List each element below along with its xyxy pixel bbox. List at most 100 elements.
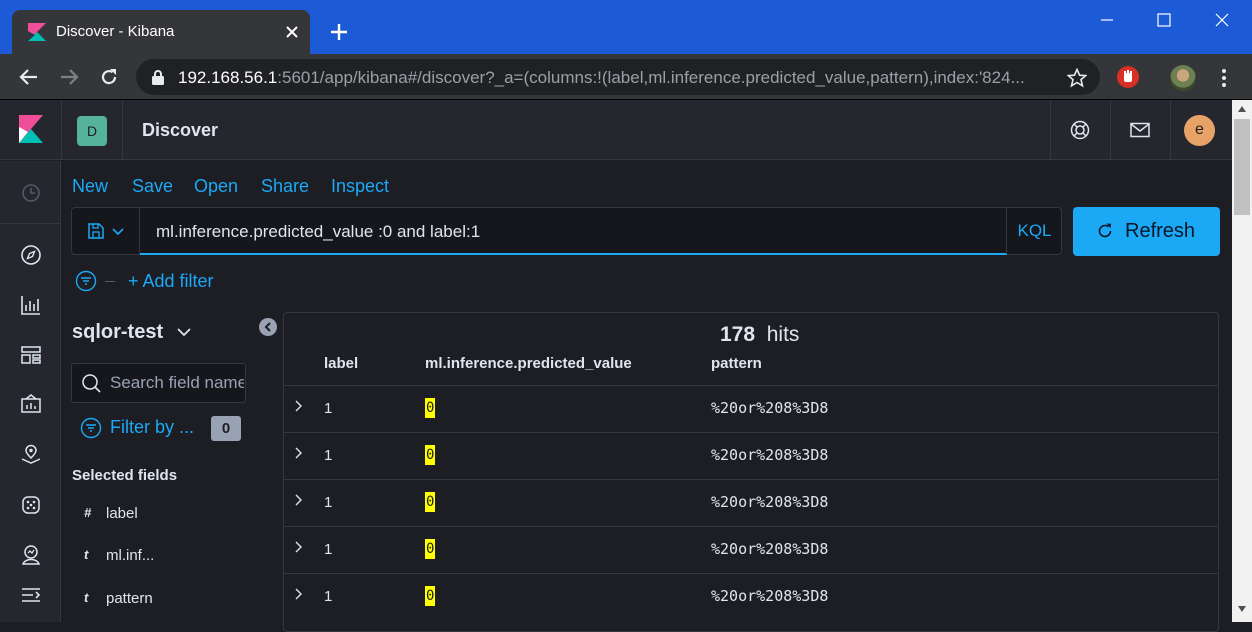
address-bar[interactable]: 192.168.56.1:5601/app/kibana#/discover?_… xyxy=(136,59,1100,95)
selected-fields-heading: Selected fields xyxy=(72,467,178,484)
new-tab-icon[interactable] xyxy=(326,19,352,45)
newsfeed-mail-icon[interactable] xyxy=(1129,119,1151,141)
table-row[interactable]: 1 0 %20or%208%3D8 xyxy=(284,526,1218,573)
cell-predicted-highlight: 0 xyxy=(425,445,436,465)
help-lifebuoy-icon[interactable] xyxy=(1069,119,1091,141)
refresh-button[interactable]: Refresh xyxy=(1073,207,1220,256)
query-input[interactable]: ml.inference.predicted_value :0 and labe… xyxy=(156,222,480,242)
cell-predicted-highlight: 0 xyxy=(425,539,436,559)
left-navigation xyxy=(0,161,61,622)
kibana-logo-icon[interactable] xyxy=(18,114,44,144)
collapse-nav-icon[interactable] xyxy=(18,582,43,607)
field-search-input[interactable] xyxy=(110,372,244,394)
url-text: 192.168.56.1:5601/app/kibana#/discover?_… xyxy=(178,68,1025,88)
scroll-down-arrow-icon[interactable] xyxy=(1237,604,1247,614)
browser-tab[interactable]: Discover - Kibana xyxy=(12,10,310,54)
profile-avatar[interactable] xyxy=(1170,65,1196,91)
cell-predicted-highlight: 0 xyxy=(425,398,436,418)
tab-close-icon[interactable] xyxy=(282,22,302,42)
saved-query-menu[interactable] xyxy=(72,208,140,254)
menu-open-link[interactable]: Open xyxy=(194,176,238,197)
chevron-right-icon[interactable] xyxy=(292,398,306,414)
cell-label: 1 xyxy=(324,400,333,417)
cell-pattern: %20or%208%3D8 xyxy=(711,540,829,558)
field-name: ml.inf... xyxy=(106,547,155,564)
filter-menu-icon[interactable] xyxy=(75,270,97,292)
string-type-icon: t xyxy=(84,590,89,605)
chevron-down-icon[interactable] xyxy=(174,322,194,342)
metrics-infra-icon[interactable] xyxy=(18,542,43,567)
extension-stop-hand-icon[interactable] xyxy=(1117,66,1139,88)
header-divider xyxy=(61,100,62,160)
table-row[interactable]: 1 0 %20or%208%3D8 xyxy=(284,479,1218,526)
menu-share-link[interactable]: Share xyxy=(261,176,309,197)
filter-count-badge: 0 xyxy=(211,416,241,441)
cell-pattern: %20or%208%3D8 xyxy=(711,399,829,417)
page-title: Discover xyxy=(142,120,219,140)
filter-divider xyxy=(105,281,115,282)
back-arrow-icon[interactable] xyxy=(16,64,42,90)
hits-count: 178 hits xyxy=(720,323,799,347)
header-divider xyxy=(122,100,123,160)
column-header-pattern[interactable]: pattern xyxy=(711,355,762,372)
table-row[interactable]: 1 0 %20or%208%3D8 xyxy=(284,385,1218,432)
dashboard-icon[interactable] xyxy=(18,342,43,367)
cell-pattern: %20or%208%3D8 xyxy=(711,493,829,511)
maps-pin-icon[interactable] xyxy=(18,442,43,467)
menu-save-link[interactable]: Save xyxy=(132,176,173,197)
canvas-icon[interactable] xyxy=(18,392,43,417)
refresh-label: Refresh xyxy=(1125,220,1196,242)
menu-new-link[interactable]: New xyxy=(72,176,108,197)
hits-label: hits xyxy=(766,323,800,346)
chevron-right-icon[interactable] xyxy=(292,539,306,555)
chevron-right-icon[interactable] xyxy=(292,492,306,508)
cell-label: 1 xyxy=(324,541,333,558)
search-icon xyxy=(80,372,102,394)
results-panel: 178 hits label ml.inference.predicted_va… xyxy=(283,312,1219,632)
browser-toolbar: 192.168.56.1:5601/app/kibana#/discover?_… xyxy=(0,54,1252,100)
query-focus-underline xyxy=(140,253,1007,255)
table-row[interactable]: 1 0 %20or%208%3D8 xyxy=(284,573,1218,620)
reload-icon[interactable] xyxy=(96,64,122,90)
filter-by-label: Filter by ... xyxy=(110,417,195,437)
table-row[interactable]: 1 0 %20or%208%3D8 xyxy=(284,432,1218,479)
refresh-icon xyxy=(1095,221,1115,241)
menu-inspect-link[interactable]: Inspect xyxy=(331,176,389,197)
chevron-right-icon[interactable] xyxy=(292,586,306,602)
query-language-switcher[interactable]: KQL xyxy=(1006,208,1062,254)
column-header-predicted[interactable]: ml.inference.predicted_value xyxy=(425,355,632,372)
maximize-icon[interactable] xyxy=(1149,8,1179,32)
scroll-up-arrow-icon[interactable] xyxy=(1237,104,1247,114)
url-path: :5601/app/kibana#/discover?_a=(columns:!… xyxy=(277,68,1025,87)
field-name: label xyxy=(106,505,138,522)
page-scrollbar[interactable] xyxy=(1232,100,1252,622)
chrome-menu-icon[interactable] xyxy=(1214,66,1234,90)
forward-arrow-icon[interactable] xyxy=(56,64,82,90)
cell-pattern: %20or%208%3D8 xyxy=(711,446,829,464)
chevron-right-icon[interactable] xyxy=(292,445,306,461)
minimize-icon[interactable] xyxy=(1092,8,1122,32)
machine-learning-icon[interactable] xyxy=(18,492,43,517)
hits-number: 178 xyxy=(720,323,756,346)
lock-icon xyxy=(150,68,166,86)
scrollbar-thumb[interactable] xyxy=(1234,119,1250,215)
column-header-label[interactable]: label xyxy=(324,355,358,372)
cell-predicted-highlight: 0 xyxy=(425,492,436,512)
recently-viewed-clock-icon[interactable] xyxy=(18,180,43,205)
cell-pattern: %20or%208%3D8 xyxy=(711,587,829,605)
index-pattern-title[interactable]: sqlor-test xyxy=(72,321,163,344)
cell-label: 1 xyxy=(324,447,333,464)
user-avatar[interactable]: e xyxy=(1184,115,1215,146)
tab-title: Discover - Kibana xyxy=(56,23,175,40)
add-filter-button[interactable]: + Add filter xyxy=(128,271,214,292)
header-divider xyxy=(1110,100,1111,160)
cell-predicted-highlight: 0 xyxy=(425,586,436,606)
visualize-chart-icon[interactable] xyxy=(18,292,43,317)
window-close-icon[interactable] xyxy=(1207,8,1237,32)
space-avatar[interactable]: D xyxy=(77,116,107,146)
collapse-sidebar-icon[interactable] xyxy=(259,318,277,336)
discover-compass-icon[interactable] xyxy=(18,242,43,267)
field-name: pattern xyxy=(106,590,153,607)
bookmark-star-icon[interactable] xyxy=(1066,67,1088,89)
browser-tabstrip: Discover - Kibana xyxy=(0,0,1252,54)
